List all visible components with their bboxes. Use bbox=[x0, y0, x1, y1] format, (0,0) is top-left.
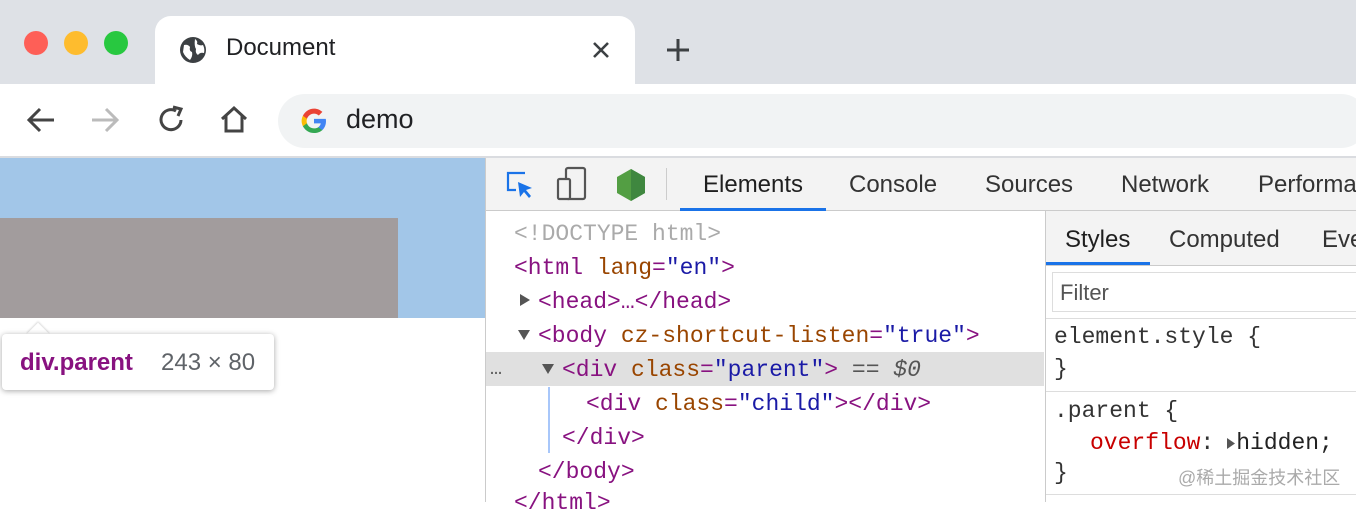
tab-computed[interactable]: Computed bbox=[1169, 226, 1280, 254]
html-lang-value: "en" bbox=[665, 255, 722, 281]
dom-body-close[interactable]: </body> bbox=[538, 455, 635, 489]
overflow-declaration[interactable]: overflow: hidden; bbox=[1090, 426, 1333, 460]
dom-doctype[interactable]: <!DOCTYPE html> bbox=[514, 217, 721, 251]
close-window-button[interactable] bbox=[24, 31, 48, 55]
tab-styles[interactable]: Styles bbox=[1065, 226, 1130, 254]
filter-placeholder: Filter bbox=[1060, 280, 1109, 305]
overflow-property: overflow bbox=[1090, 430, 1201, 456]
globe-icon bbox=[180, 37, 206, 63]
tab-performance[interactable]: Performa bbox=[1258, 171, 1356, 199]
forward-icon[interactable] bbox=[90, 106, 120, 134]
toolbar-separator bbox=[666, 168, 667, 200]
inspect-element-icon[interactable] bbox=[505, 170, 535, 200]
collapse-triangle-icon[interactable] bbox=[517, 329, 531, 341]
zoom-window-button[interactable] bbox=[104, 31, 128, 55]
dom-head-node[interactable]: <head>…</head> bbox=[538, 285, 731, 319]
body-attr-value: "true" bbox=[883, 323, 966, 349]
expand-triangle-icon[interactable] bbox=[519, 293, 531, 307]
styles-tab-indicator bbox=[1046, 262, 1150, 265]
overflow-value: hidden; bbox=[1236, 430, 1333, 456]
body-tag-end: > bbox=[965, 323, 980, 349]
more-options-icon[interactable]: … bbox=[490, 353, 502, 387]
active-tab-indicator bbox=[680, 208, 826, 211]
close-tab-icon[interactable] bbox=[591, 40, 611, 60]
back-icon[interactable] bbox=[26, 106, 56, 134]
device-toolbar-icon[interactable] bbox=[556, 166, 588, 202]
child-class-value: "child" bbox=[737, 391, 835, 417]
tooltip-size: 243 × 80 bbox=[161, 349, 256, 376]
dom-div-parent-node[interactable]: <div class="parent"> == $0 bbox=[562, 353, 921, 387]
tab-event-listeners[interactable]: Eve bbox=[1322, 226, 1356, 254]
omnibox[interactable] bbox=[278, 94, 1356, 148]
html-tag: <html bbox=[514, 255, 584, 281]
child-div-tag: <div bbox=[586, 391, 642, 417]
reload-icon[interactable] bbox=[156, 105, 186, 135]
tab-network[interactable]: Network bbox=[1121, 171, 1209, 199]
selected-marker: == $0 bbox=[838, 357, 921, 383]
body-tag: <body bbox=[538, 323, 608, 349]
address-text: demo bbox=[346, 104, 414, 134]
tab-sources[interactable]: Sources bbox=[985, 171, 1073, 199]
rule-separator bbox=[1046, 391, 1356, 392]
watermark: @稀土掘金技术社区 bbox=[1178, 468, 1341, 488]
google-icon bbox=[301, 108, 326, 133]
new-tab-icon[interactable] bbox=[666, 38, 690, 62]
home-icon[interactable] bbox=[219, 104, 249, 134]
child-class-attr: class bbox=[641, 391, 725, 417]
dom-div-child-node[interactable]: <div class="child"></div> bbox=[586, 387, 931, 421]
parent-rule-close: } bbox=[1054, 460, 1068, 486]
node-icon[interactable] bbox=[614, 167, 648, 203]
rule-separator bbox=[1046, 318, 1356, 319]
html-lang-attr: lang bbox=[583, 255, 653, 281]
element-style-close: } bbox=[1054, 356, 1068, 382]
parent-rule-selector[interactable]: .parent { bbox=[1054, 394, 1178, 428]
child-box bbox=[0, 218, 398, 318]
property-colon: : bbox=[1200, 430, 1215, 456]
div-class-attr: class bbox=[617, 357, 701, 383]
div-class-value: "parent" bbox=[713, 357, 825, 383]
html-tag-end: > bbox=[721, 255, 735, 281]
dom-body-node[interactable]: <body cz-shortcut-listen="true"> bbox=[538, 319, 980, 353]
body-attr: cz-shortcut-listen bbox=[607, 323, 870, 349]
minimize-window-button[interactable] bbox=[64, 31, 88, 55]
rule-separator bbox=[1046, 494, 1356, 495]
div-tag-end: > bbox=[824, 357, 839, 383]
dom-div-close[interactable]: </div> bbox=[562, 421, 645, 455]
collapse-triangle-icon[interactable] bbox=[541, 363, 555, 375]
div-tag: <div bbox=[562, 357, 618, 383]
dom-html-node[interactable]: <html lang="en"> bbox=[514, 251, 735, 285]
tab-title: Document bbox=[226, 34, 336, 61]
tab-console[interactable]: Console bbox=[849, 171, 937, 199]
element-style-selector: element.style { bbox=[1054, 324, 1262, 350]
devtools-divider bbox=[485, 158, 486, 502]
tab-elements[interactable]: Elements bbox=[703, 171, 803, 199]
dom-html-close[interactable]: </html> bbox=[514, 486, 611, 520]
child-div-tag-end: ></div> bbox=[834, 391, 932, 417]
tooltip-selector: div.parent bbox=[20, 349, 133, 376]
tree-guide-line bbox=[548, 387, 550, 453]
expand-value-icon[interactable] bbox=[1226, 437, 1236, 450]
